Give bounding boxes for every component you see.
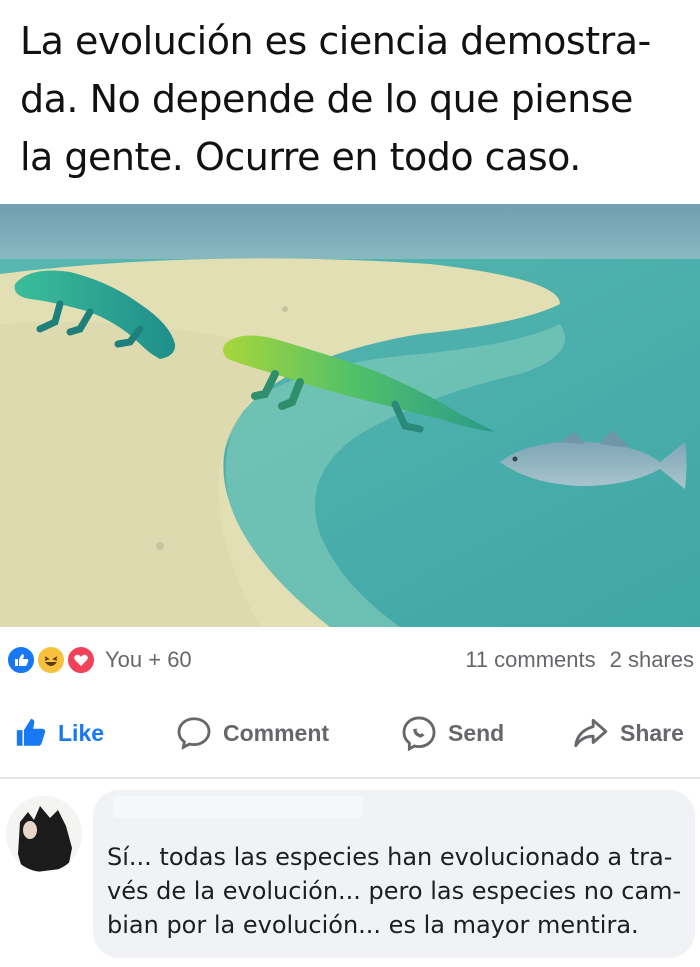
comment-item: Sí... todas las especies han evolucionad… bbox=[0, 790, 700, 967]
comment-button[interactable]: Comment bbox=[175, 713, 329, 753]
comment-line: Sí... todas las especies han evolucionad… bbox=[107, 843, 673, 871]
like-button[interactable]: Like bbox=[14, 713, 104, 753]
messenger-icon bbox=[402, 716, 436, 752]
share-button[interactable]: Share bbox=[570, 713, 684, 753]
commenter-name-redacted bbox=[113, 796, 363, 818]
like-label: Like bbox=[58, 719, 105, 746]
post-actions: Like Comment Send Share bbox=[0, 705, 700, 761]
comment-line: bian por la evolución... es la mayor men… bbox=[107, 911, 639, 939]
shares-count-link[interactable]: 2 shares bbox=[610, 647, 694, 672]
comment-text: Sí... todas las especies han evolucionad… bbox=[107, 840, 687, 942]
engagement-counts: 11 comments 2 shares bbox=[465, 647, 694, 673]
share-label: Share bbox=[620, 719, 684, 746]
like-reaction-icon bbox=[6, 645, 36, 675]
avatar[interactable] bbox=[6, 796, 82, 872]
caption-line: la gente. Ocurre en todo caso. bbox=[20, 135, 581, 179]
share-arrow-icon bbox=[574, 718, 608, 748]
comment-line: vés de la evolución... pero las especies… bbox=[107, 877, 682, 905]
send-label: Send bbox=[448, 719, 505, 746]
comment-bubble: Sí... todas las especies han evolucionad… bbox=[93, 790, 695, 958]
reactions-bar: You + 60 11 comments 2 shares bbox=[0, 637, 700, 683]
comment-bubble-icon bbox=[177, 717, 211, 750]
divider bbox=[0, 777, 700, 779]
avatar-silhouette-icon bbox=[6, 796, 82, 872]
thumbs-up-icon bbox=[16, 718, 46, 746]
comments-count-link[interactable]: 11 comments bbox=[465, 647, 595, 672]
caption-line: da. No depende de lo que piense bbox=[20, 77, 633, 121]
caption-line: La evolución es ciencia demostra- bbox=[20, 19, 651, 63]
haha-reaction-icon bbox=[36, 645, 66, 675]
post-image[interactable] bbox=[0, 204, 700, 627]
reaction-icons[interactable] bbox=[6, 645, 102, 675]
evolution-illustration bbox=[0, 204, 700, 627]
comment-label: Comment bbox=[223, 719, 330, 746]
love-reaction-icon bbox=[66, 645, 96, 675]
reaction-count[interactable]: You + 60 bbox=[105, 647, 192, 673]
post-caption: La evolución es ciencia demostra- da. No… bbox=[20, 12, 690, 186]
send-button[interactable]: Send bbox=[400, 713, 504, 753]
